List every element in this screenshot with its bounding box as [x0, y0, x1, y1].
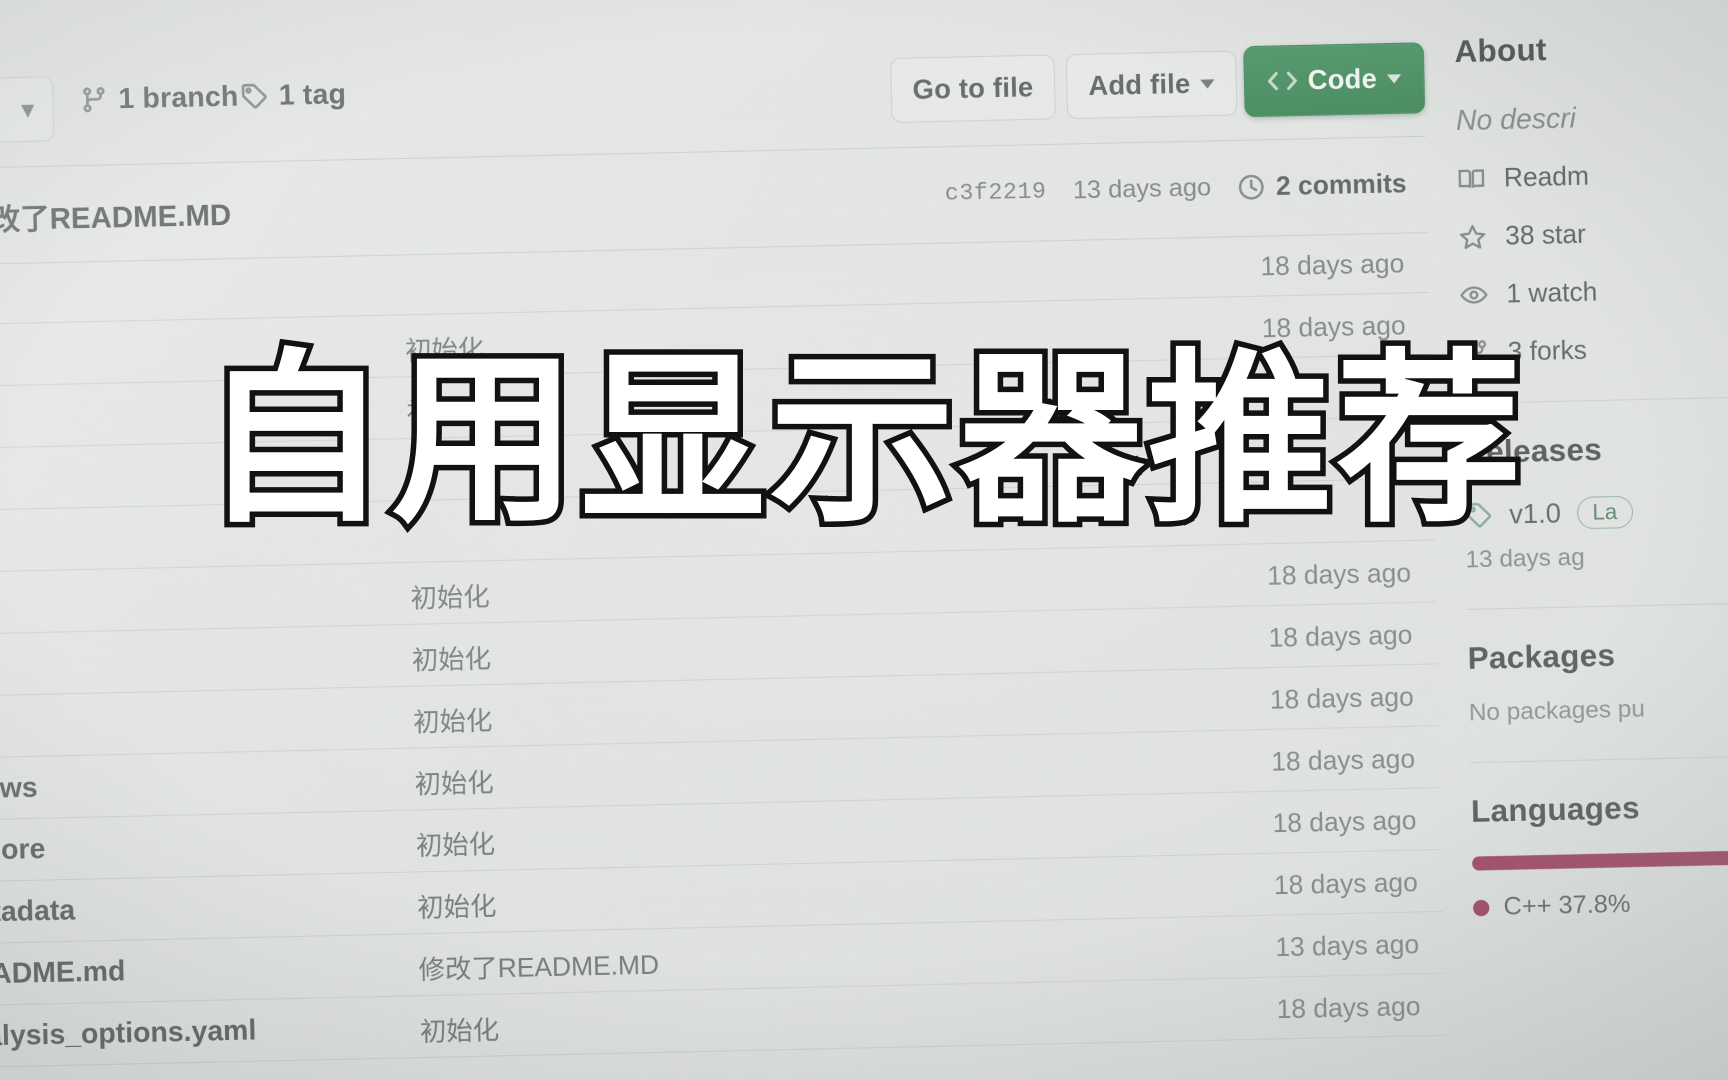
- go-to-file-button[interactable]: Go to file: [890, 54, 1056, 123]
- commit-count[interactable]: 2 commits: [1237, 168, 1407, 203]
- add-file-label: Add file: [1088, 68, 1191, 101]
- file-time: 18 days ago: [1266, 557, 1412, 591]
- language-segment: [1471, 849, 1728, 871]
- tag-icon: [240, 81, 269, 112]
- file-name[interactable]: analysis_options.yaml: [0, 1014, 257, 1053]
- file-time: 18 days ago: [1273, 866, 1419, 901]
- branch-count[interactable]: 1 branch: [79, 80, 239, 116]
- file-commit-message: 初始化: [419, 1014, 500, 1047]
- language-label: C++ 37.8%: [1503, 889, 1631, 921]
- stars-label: 38 star: [1504, 218, 1587, 251]
- chevron-down-icon: [1387, 73, 1402, 84]
- commit-sha[interactable]: c3f2219: [945, 178, 1047, 207]
- star-icon: [1458, 221, 1487, 252]
- chevron-down-icon: ▾: [20, 93, 35, 125]
- code-button-label: Code: [1307, 63, 1378, 96]
- file-time: 18 days ago: [1269, 681, 1414, 715]
- sidebar-divider: [1466, 602, 1728, 610]
- file-time: 18 days ago: [1270, 743, 1416, 777]
- tag-count[interactable]: 1 tag: [240, 78, 347, 113]
- latest-commit-meta: c3f2219 13 days ago 2 commits: [945, 168, 1407, 210]
- file-time: 18 days ago: [1276, 990, 1421, 1025]
- file-time: 18 days ago: [1272, 804, 1417, 839]
- languages-heading: Languages: [1470, 789, 1641, 830]
- file-time: 18 days ago: [1268, 619, 1413, 653]
- branch-count-label: 1 branch: [118, 80, 239, 115]
- about-heading: About: [1454, 31, 1548, 70]
- language-item[interactable]: C++ 37.8%: [1472, 886, 1728, 923]
- file-name[interactable]: README.md: [0, 955, 126, 991]
- code-button[interactable]: Code: [1243, 42, 1426, 118]
- chevron-down-icon: [1200, 78, 1215, 89]
- add-file-button[interactable]: Add file: [1065, 50, 1238, 120]
- watchers-label: 1 watch: [1506, 276, 1598, 309]
- language-bar: [1471, 849, 1728, 871]
- sidebar-divider: [1469, 755, 1728, 764]
- eye-icon: [1459, 279, 1488, 310]
- file-name[interactable]: tignore: [0, 833, 46, 868]
- commit-time: 13 days ago: [1072, 172, 1212, 205]
- tag-count-label: 1 tag: [278, 78, 347, 111]
- languages-section: Languages C++ 37.8%: [1471, 786, 1728, 922]
- book-icon: [1457, 163, 1486, 194]
- go-to-file-label: Go to file: [912, 71, 1034, 105]
- language-color-dot: [1472, 899, 1490, 916]
- photo-of-screen: r ▾ 1 branch 1 tag Go to file: [0, 0, 1728, 1080]
- file-commit-message: 初始化: [414, 767, 495, 800]
- file-commit-message: 初始化: [416, 890, 497, 924]
- packages-empty-text: No packages pu: [1468, 695, 1646, 727]
- file-commit-message: 初始化: [411, 643, 492, 676]
- file-time: 18 days ago: [1260, 247, 1405, 282]
- sidebar-item-readme[interactable]: Readm: [1457, 156, 1728, 195]
- packages-section: Packages No packages pu: [1467, 633, 1728, 728]
- commit-count-label: 2 commits: [1275, 167, 1407, 201]
- readme-label: Readm: [1503, 160, 1590, 193]
- file-commit-message: 初始化: [410, 581, 490, 614]
- about-description: No descri: [1455, 101, 1577, 137]
- file-commit-message: 初始化: [412, 705, 493, 738]
- packages-heading: Packages: [1467, 637, 1616, 676]
- latest-commit-message[interactable]: u 修改了README.MD: [0, 191, 232, 240]
- branch-icon: [79, 84, 108, 115]
- file-name[interactable]: ndows: [0, 771, 38, 805]
- branch-selector[interactable]: r ▾: [0, 76, 55, 146]
- file-commit-message: 修改了README.MD: [418, 949, 660, 986]
- repo-toolbar: r ▾ 1 branch 1 tag Go to file: [0, 37, 1583, 149]
- file-name[interactable]: metadata: [0, 894, 75, 929]
- history-clock-icon: [1237, 171, 1266, 202]
- sidebar-item-stars[interactable]: 38 star: [1458, 214, 1728, 253]
- code-brackets-icon: [1267, 68, 1298, 93]
- sidebar-item-watchers[interactable]: 1 watch: [1459, 272, 1728, 311]
- file-commit-message: 初始化: [415, 829, 496, 862]
- file-time: 13 days ago: [1274, 928, 1420, 963]
- video-caption-overlay: 自用显示器推荐: [197, 332, 1527, 548]
